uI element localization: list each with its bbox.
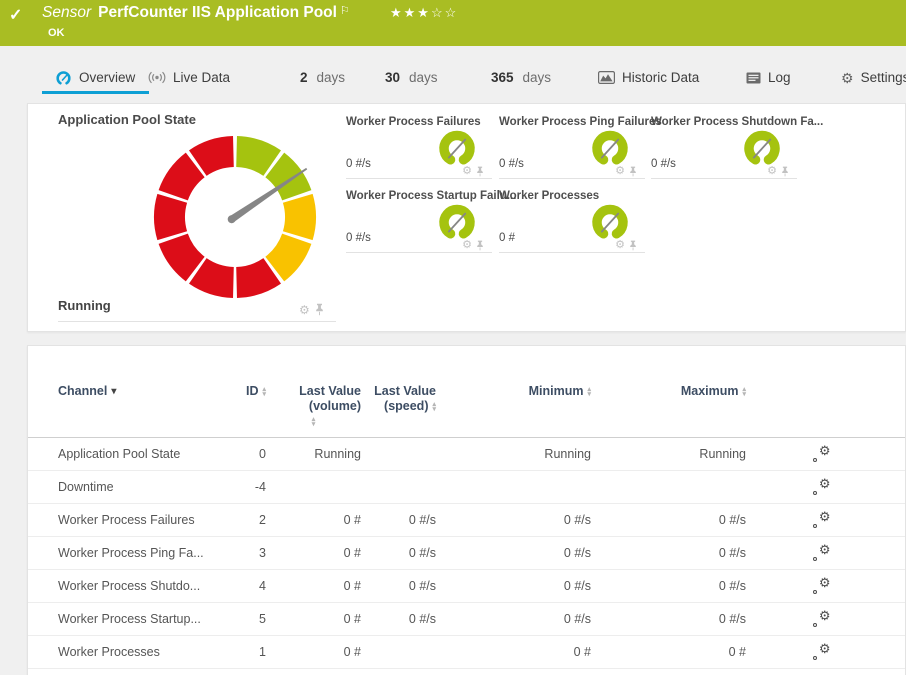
mini-gauge-icon — [587, 201, 633, 243]
channels-table: Channel ▾ ID ▴▾ Last Value (volume) ▴▾ L… — [27, 345, 906, 675]
sensor-overview-page: ✓ Sensor PerfCounter IIS Application Pool… — [0, 0, 906, 675]
mini-gauge-icon — [739, 127, 785, 169]
gauge-gear-icon[interactable]: ⚙ — [299, 304, 310, 316]
small-gauge-title: Worker Process Ping Failures — [499, 116, 662, 128]
tab-overview-label: Overview — [79, 70, 135, 85]
tab-30-days-number: 30 — [385, 70, 400, 85]
gauge-gear-icon[interactable]: ⚙ — [615, 166, 625, 177]
small-gauge-worker-processes[interactable]: Worker Processes 0 # ⚙ — [499, 187, 645, 257]
gauge-gear-icon[interactable]: ⚙ — [767, 166, 777, 177]
sensor-status-badge: OK — [48, 27, 65, 39]
small-gauge-value: 0 #/s — [499, 158, 524, 170]
table-header-row: Channel ▾ ID ▴▾ Last Value (volume) ▴▾ L… — [28, 346, 905, 438]
sort-arrows-icon[interactable]: ▴▾ — [312, 417, 316, 427]
table-row-application-pool-state[interactable]: Application Pool State 0 Running Running… — [28, 438, 905, 471]
mini-gauge-icon — [587, 127, 633, 169]
col-header-maximum[interactable]: Maximum ▴▾ — [591, 384, 746, 399]
mini-gauge-icon — [434, 127, 480, 169]
status-check-icon: ✓ — [9, 5, 22, 25]
pin-icon[interactable] — [629, 240, 637, 251]
sort-arrows-icon[interactable]: ▴▾ — [742, 387, 746, 397]
tab-log-label: Log — [768, 70, 791, 85]
tab-365-days-number: 365 — [491, 70, 514, 85]
channel-settings-icon[interactable]: ⚙ — [812, 545, 831, 562]
pin-icon[interactable] — [476, 166, 484, 177]
pin-icon[interactable] — [781, 166, 789, 177]
tab-overview[interactable]: Overview — [55, 70, 135, 85]
small-gauge-worker-process-startup-failures[interactable]: Worker Process Startup Failu... 0 #/s ⚙ — [346, 187, 492, 257]
pin-icon[interactable] — [315, 303, 324, 316]
tab-2-days[interactable]: 2 days — [300, 70, 345, 85]
tab-365-days-unit: days — [523, 70, 552, 85]
tab-live-data[interactable]: Live Data — [148, 70, 230, 85]
pin-icon[interactable] — [476, 240, 484, 251]
tab-30-days-unit: days — [409, 70, 438, 85]
tab-settings-label: Settings — [861, 70, 906, 85]
sensor-kind-label: Sensor — [42, 4, 91, 21]
small-gauge-value: 0 #/s — [346, 158, 371, 170]
tab-log[interactable]: Log — [746, 70, 791, 85]
active-tab-underline — [42, 91, 149, 94]
channel-settings-icon[interactable]: ⚙ — [812, 578, 831, 595]
small-gauge-underline — [499, 178, 645, 179]
small-gauge-title: Worker Process Startup Failu... — [346, 190, 516, 202]
col-header-last-value-speed[interactable]: Last Value (speed) ▴▾ — [361, 384, 436, 414]
tab-settings[interactable]: ⚙ Settings — [841, 70, 906, 85]
sensor-header: ✓ Sensor PerfCounter IIS Application Pool… — [0, 0, 906, 46]
table-row-worker-processes[interactable]: Worker Processes 1 0 # 0 # 0 # ⚙ — [28, 636, 905, 669]
tab-30-days[interactable]: 30 days — [385, 70, 438, 85]
table-row-worker-process-failures[interactable]: Worker Process Failures 2 0 # 0 #/s 0 #/… — [28, 504, 905, 537]
tab-2-days-number: 2 — [300, 70, 308, 85]
channel-settings-icon[interactable]: ⚙ — [812, 479, 831, 496]
tab-historic-data[interactable]: Historic Data — [598, 70, 699, 85]
small-gauge-underline — [499, 252, 645, 253]
small-gauge-value: 0 #/s — [346, 232, 371, 244]
col-header-last-value-volume[interactable]: Last Value (volume) ▴▾ — [266, 384, 361, 427]
area-chart-icon — [598, 71, 615, 84]
table-row-worker-process-ping-failures[interactable]: Worker Process Ping Fa... 3 0 # 0 #/s 0 … — [28, 537, 905, 570]
mini-gauge-icon — [434, 201, 480, 243]
small-gauge-worker-process-ping-failures[interactable]: Worker Process Ping Failures 0 #/s ⚙ — [499, 113, 645, 183]
small-gauge-value: 0 #/s — [651, 158, 676, 170]
gauges-panel: Application Pool State Running ⚙ Worker … — [27, 103, 906, 332]
sort-arrows-icon[interactable]: ▴▾ — [432, 402, 436, 412]
application-pool-state-donut — [140, 122, 330, 312]
channel-settings-icon[interactable]: ⚙ — [812, 611, 831, 628]
channel-settings-icon[interactable]: ⚙ — [812, 446, 831, 463]
tab-live-data-label: Live Data — [173, 70, 230, 85]
small-gauge-worker-process-shutdown-failures[interactable]: Worker Process Shutdown Fa... 0 #/s ⚙ — [651, 113, 797, 183]
gauge-gear-icon[interactable]: ⚙ — [462, 240, 472, 251]
broadcast-icon — [148, 71, 166, 84]
gauge-icon — [55, 71, 72, 85]
gauge-gear-icon[interactable]: ⚙ — [615, 240, 625, 251]
main-gauge-underline — [58, 321, 336, 322]
small-gauge-title: Worker Process Shutdown Fa... — [651, 116, 823, 128]
table-row-worker-process-shutdown-failures[interactable]: Worker Process Shutdo... 4 0 # 0 #/s 0 #… — [28, 570, 905, 603]
small-gauge-underline — [651, 178, 797, 179]
favorite-stars-rating[interactable]: ★★★☆☆ — [390, 5, 458, 21]
tab-2-days-unit: days — [317, 70, 346, 85]
col-header-id[interactable]: ID ▴▾ — [228, 384, 266, 399]
page-title: PerfCounter IIS Application Pool — [98, 4, 337, 21]
priority-flag-icon[interactable]: ⚐ — [340, 5, 350, 17]
pin-icon[interactable] — [629, 166, 637, 177]
tab-365-days[interactable]: 365 days — [491, 70, 551, 85]
table-row-worker-process-startup-failures[interactable]: Worker Process Startup... 5 0 # 0 #/s 0 … — [28, 603, 905, 636]
small-gauge-value: 0 # — [499, 232, 515, 244]
settings-gear-icon: ⚙ — [841, 71, 854, 85]
gauge-gear-icon[interactable]: ⚙ — [462, 166, 472, 177]
col-header-minimum[interactable]: Minimum ▴▾ — [436, 384, 591, 399]
channel-settings-icon[interactable]: ⚙ — [812, 512, 831, 529]
small-gauge-underline — [346, 252, 492, 253]
table-row-downtime[interactable]: Downtime -4 ⚙ — [28, 471, 905, 504]
small-gauge-worker-process-failures[interactable]: Worker Process Failures 0 #/s ⚙ — [346, 113, 492, 183]
channel-settings-icon[interactable]: ⚙ — [812, 644, 831, 661]
log-list-icon — [746, 72, 761, 84]
small-gauge-title: Worker Processes — [499, 190, 599, 202]
col-header-channel[interactable]: Channel ▾ — [58, 384, 228, 399]
small-gauge-underline — [346, 178, 492, 179]
main-gauge-value: Running — [58, 298, 111, 313]
tab-historic-data-label: Historic Data — [622, 70, 699, 85]
sort-caret-icon: ▾ — [111, 384, 116, 399]
